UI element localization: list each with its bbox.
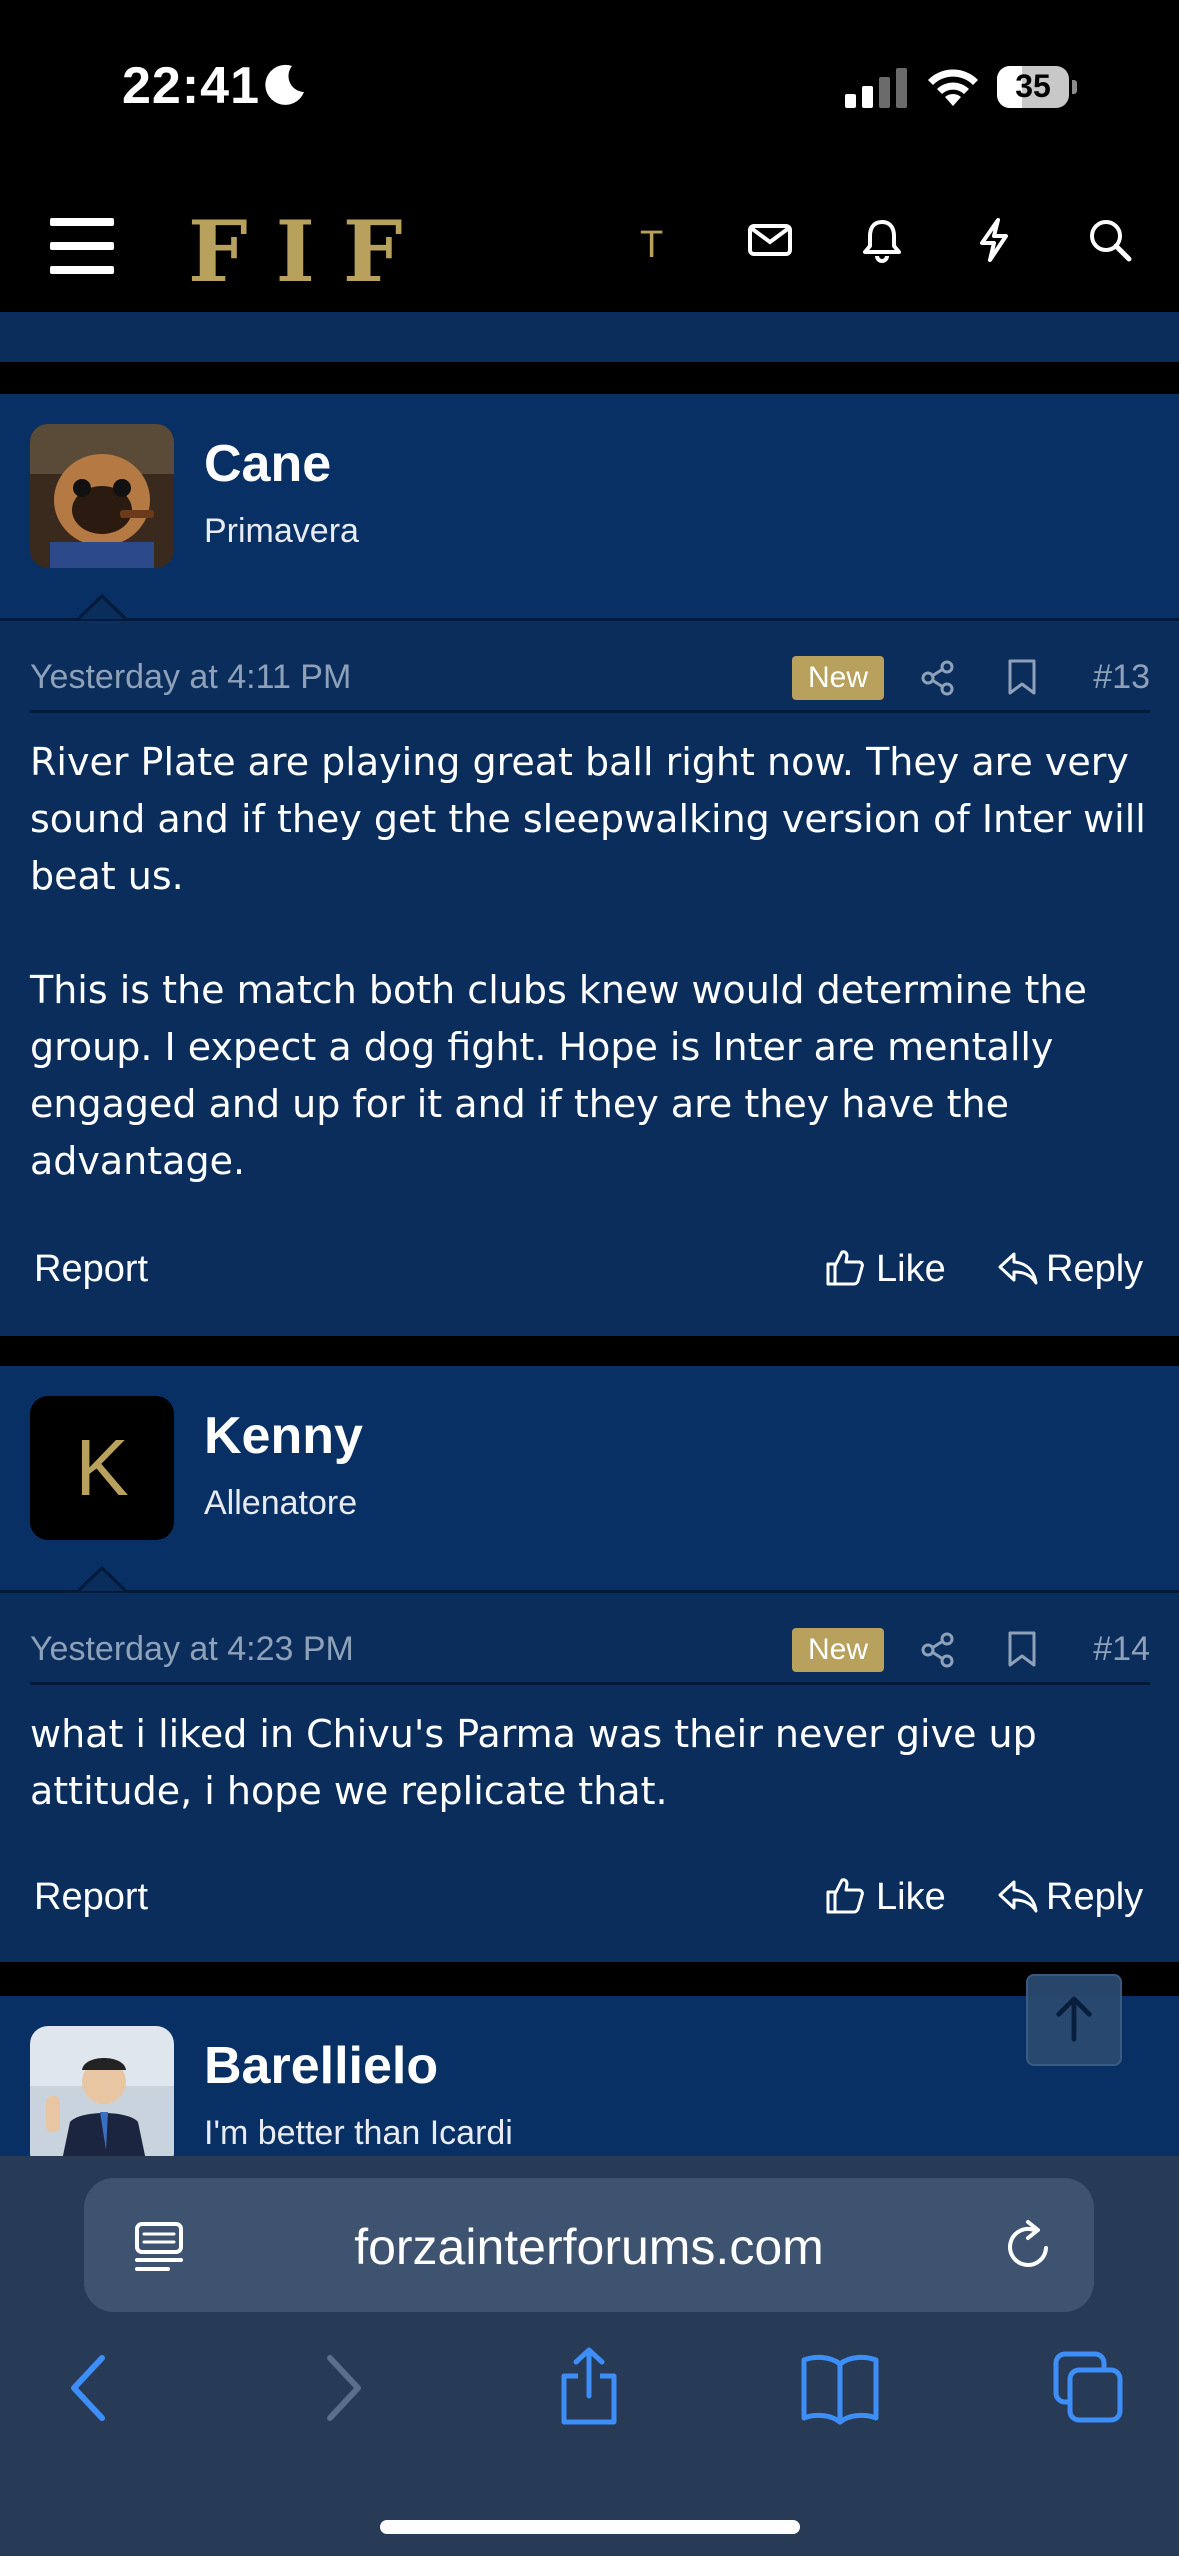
post-number[interactable]: #14 <box>1093 1630 1150 1669</box>
menu-icon[interactable] <box>50 218 114 274</box>
thread-content: Cane Primavera Yesterday at 4:11 PM New … <box>0 312 1179 2156</box>
post-username[interactable]: Cane <box>204 434 331 494</box>
search-icon[interactable] <box>1086 216 1134 264</box>
thumbs-up-icon[interactable] <box>824 1874 866 1916</box>
user-avatar-initial[interactable]: T <box>640 224 663 267</box>
post-user-title: Allenatore <box>204 1484 358 1522</box>
wifi-icon <box>928 69 978 106</box>
avatar[interactable] <box>30 424 174 568</box>
avatar[interactable]: K <box>30 1396 174 1540</box>
mail-icon[interactable] <box>746 216 794 264</box>
reload-icon[interactable] <box>1004 2218 1056 2274</box>
post-paragraph: what i liked in Chivu's Parma was their … <box>30 1712 1037 1813</box>
thumbs-up-icon[interactable] <box>824 1246 866 1288</box>
like-button[interactable]: Like <box>876 1876 946 1919</box>
forward-icon[interactable] <box>322 2350 366 2426</box>
battery-icon: 35 <box>997 66 1077 108</box>
moon-icon <box>265 64 304 105</box>
post-user-block: K Kenny Allenatore <box>0 1366 1179 1594</box>
back-icon[interactable] <box>66 2350 110 2426</box>
post-number[interactable]: #13 <box>1093 658 1150 697</box>
battery-level: 35 <box>1015 68 1051 104</box>
url-text[interactable]: forzainterforums.com <box>84 2218 1094 2276</box>
post-date[interactable]: Yesterday at 4:23 PM <box>30 1630 354 1669</box>
share-icon[interactable] <box>556 2346 622 2426</box>
post-paragraph: River Plate are playing great ball right… <box>30 740 1146 898</box>
bookmarks-icon[interactable] <box>800 2350 880 2426</box>
post-arrow <box>78 1566 126 1592</box>
report-button[interactable]: Report <box>34 1876 148 1919</box>
post-meta: Yesterday at 4:23 PM New #14 <box>30 1628 1150 1678</box>
avatar[interactable] <box>30 2026 174 2156</box>
cellular-signal-icon <box>845 68 907 108</box>
post-username[interactable]: Barellielo <box>204 2036 438 2096</box>
like-button[interactable]: Like <box>876 1248 946 1291</box>
arrow-up-icon <box>1056 1996 1092 2042</box>
post: Cane Primavera Yesterday at 4:11 PM New … <box>0 394 1179 1336</box>
forum-header: FIF T <box>0 180 1179 312</box>
report-button[interactable]: Report <box>34 1248 148 1291</box>
post-actions: Report Like Reply <box>30 1242 1150 1302</box>
post-username[interactable]: Kenny <box>204 1406 363 1466</box>
status-time: 22:41 <box>122 57 260 115</box>
reply-button[interactable]: Reply <box>1046 1876 1143 1919</box>
post-body: River Plate are playing great ball right… <box>30 734 1150 1190</box>
reply-icon[interactable] <box>996 1876 1040 1916</box>
lightning-icon[interactable] <box>970 216 1018 264</box>
status-bar: 22:41 35 <box>0 0 1179 180</box>
post: Barellielo I'm better than Icardi <box>0 1996 1179 2156</box>
share-icon[interactable] <box>920 660 956 696</box>
share-icon[interactable] <box>920 1632 956 1668</box>
post-user-title: Primavera <box>204 512 359 550</box>
post-body: what i liked in Chivu's Parma was their … <box>30 1706 1150 1820</box>
bookmark-icon[interactable] <box>1006 658 1038 696</box>
bell-icon[interactable] <box>858 216 906 264</box>
home-indicator[interactable] <box>380 2520 800 2534</box>
tabs-icon[interactable] <box>1052 2350 1124 2426</box>
post-paragraph: This is the match both clubs knew would … <box>30 968 1087 1183</box>
reply-button[interactable]: Reply <box>1046 1248 1143 1291</box>
post-arrow <box>78 594 126 620</box>
browser-toolbar: forzainterforums.com <box>0 2156 1179 2556</box>
post: K Kenny Allenatore Yesterday at 4:23 PM … <box>0 1366 1179 1962</box>
new-badge: New <box>792 656 884 700</box>
post-user-block: Cane Primavera <box>0 394 1179 622</box>
new-badge: New <box>792 1628 884 1672</box>
post-user-title: I'm better than Icardi <box>204 2114 513 2152</box>
post-actions: Report Like Reply <box>30 1870 1150 1930</box>
site-logo[interactable]: FIF <box>188 202 431 301</box>
bookmark-icon[interactable] <box>1006 1630 1038 1668</box>
scroll-to-top-button[interactable] <box>1026 1974 1122 2066</box>
previous-post-footer <box>0 312 1179 362</box>
address-bar[interactable]: forzainterforums.com <box>84 2178 1094 2312</box>
reply-icon[interactable] <box>996 1248 1040 1288</box>
post-date[interactable]: Yesterday at 4:11 PM <box>30 658 351 697</box>
post-user-block: Barellielo I'm better than Icardi <box>0 1996 1179 2156</box>
post-meta: Yesterday at 4:11 PM New #13 <box>30 656 1150 706</box>
